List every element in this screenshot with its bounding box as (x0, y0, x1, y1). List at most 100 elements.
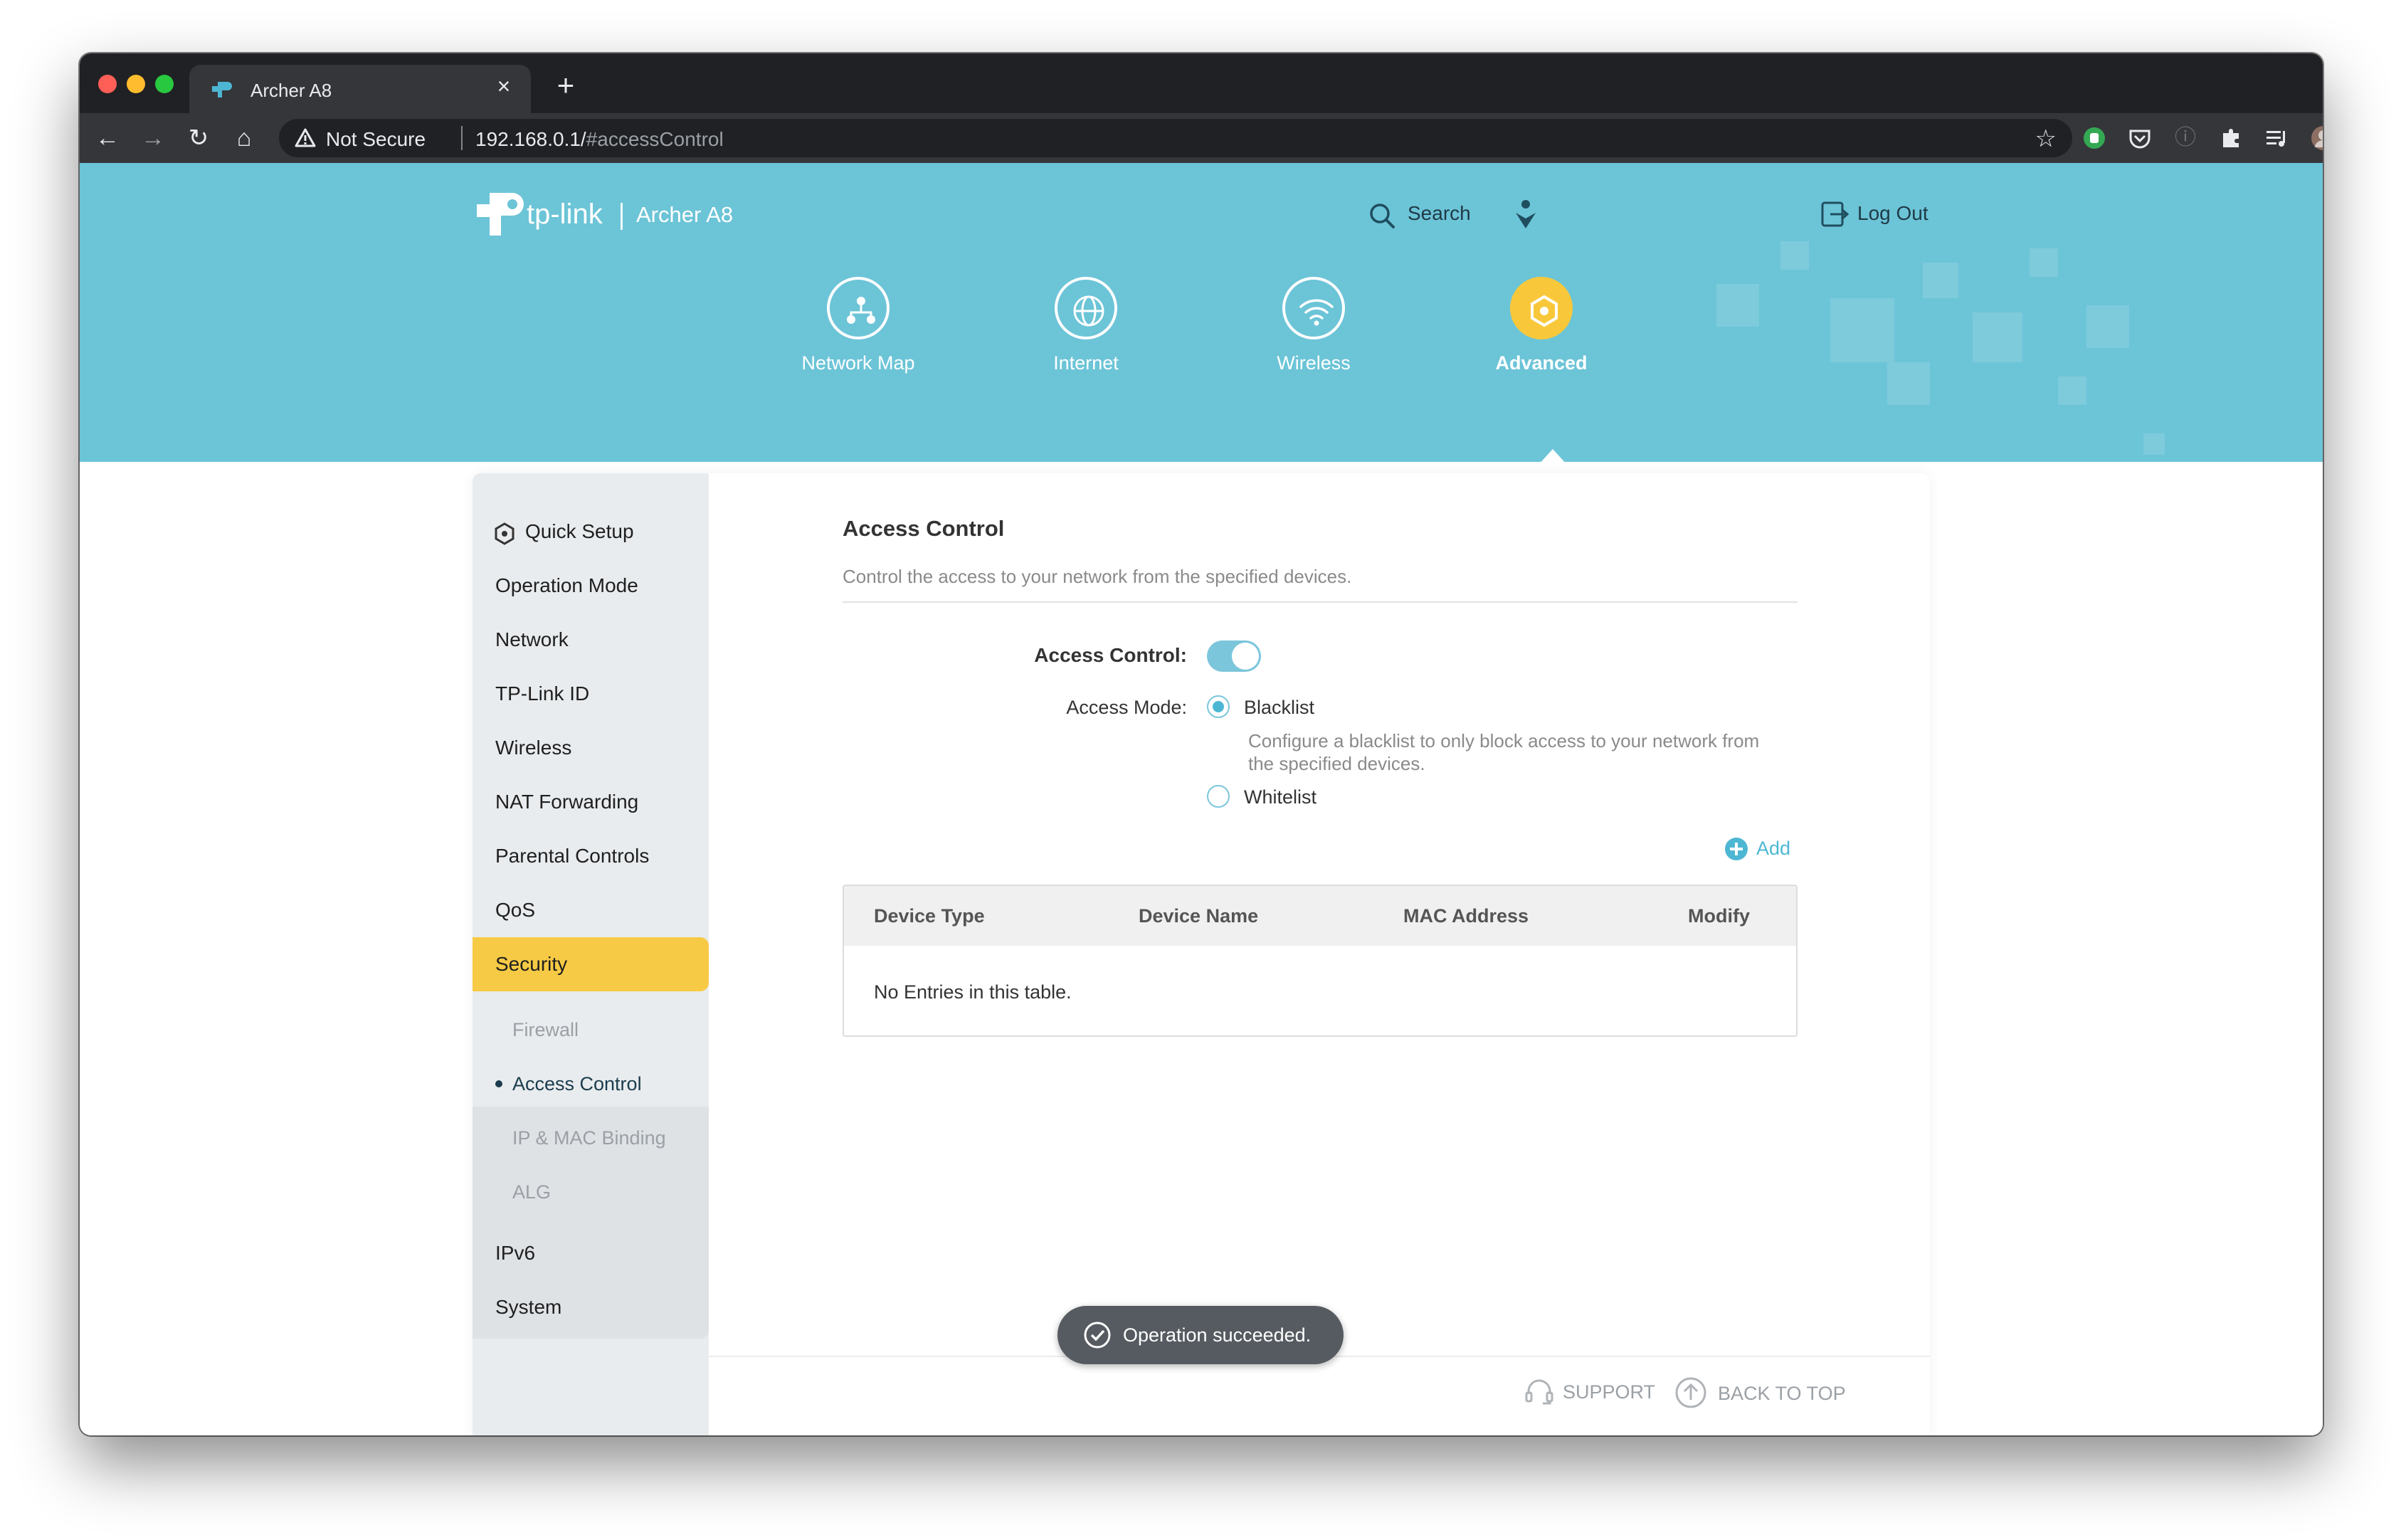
close-window-button[interactable] (98, 75, 117, 93)
success-toast: Operation succeeded. (1057, 1306, 1344, 1364)
sidebar-item-ipv6[interactable]: IPv6 (473, 1226, 709, 1280)
page-title: Access Control (843, 516, 1005, 541)
url-path: #accessControl (586, 128, 724, 150)
sidebar-item-label: Quick Setup (525, 520, 634, 542)
nav-label: Wireless (1277, 352, 1351, 374)
nav-internet[interactable]: Internet (993, 277, 1178, 376)
search-icon[interactable] (1368, 201, 1396, 230)
column-header: Device Name (1139, 905, 1259, 927)
toast-message: Operation succeeded. (1123, 1324, 1312, 1346)
add-icon[interactable] (1724, 836, 1749, 862)
decor-pixel (1973, 312, 2022, 362)
warning-icon (295, 128, 316, 147)
browser-window: Archer A8 × + ← → ↻ ⌂ Not Secure 192.168… (80, 53, 2323, 1435)
sidebar-sub-ip-mac-binding[interactable]: IP & MAC Binding (473, 1111, 709, 1165)
sidebar-sub-access-control[interactable]: Access Control (473, 1057, 709, 1111)
header-banner: tp-link Archer A8 Search Log Out Network… (80, 163, 2323, 465)
search-button[interactable]: Search (1408, 202, 1471, 225)
decor-pixel (2030, 248, 2058, 277)
decor-pixel (1923, 263, 1958, 298)
brand-name: tp-link (527, 199, 603, 230)
minimize-window-button[interactable] (127, 75, 145, 93)
media-queue-icon[interactable] (2263, 125, 2290, 152)
back-to-top-link[interactable]: BACK TO TOP (1718, 1383, 1846, 1405)
sidebar-item-network[interactable]: Network (473, 613, 709, 667)
new-tab-button[interactable]: + (549, 69, 582, 102)
whitelist-label[interactable]: Whitelist (1244, 786, 1316, 808)
headset-icon[interactable] (1523, 1376, 1556, 1408)
logout-button[interactable]: Log Out (1857, 202, 1928, 225)
add-button[interactable]: Add (1756, 838, 1790, 860)
nav-label: Internet (1053, 352, 1119, 374)
logout-icon[interactable] (1820, 200, 1849, 228)
maximize-window-button[interactable] (155, 75, 174, 93)
page-description: Control the access to your network from … (843, 566, 1352, 587)
brand-divider (621, 203, 623, 230)
pocket-icon[interactable] (2126, 125, 2153, 152)
browser-toolbar: ← → ↻ ⌂ Not Secure 192.168.0.1/#accessCo… (80, 113, 2323, 163)
decor-pixel (1780, 241, 1809, 270)
decor-pixel (2058, 376, 2086, 405)
reload-icon[interactable]: ↻ (182, 122, 215, 154)
download-app-icon[interactable] (1511, 199, 1540, 231)
extension-green-icon[interactable] (2081, 125, 2108, 152)
active-dot (495, 1080, 502, 1087)
empty-table-message: No Entries in this table. (874, 981, 1072, 1003)
column-header: MAC Address (1403, 905, 1529, 927)
decor-pixel (2086, 305, 2129, 348)
sidebar-item-wireless[interactable]: Wireless (473, 721, 709, 775)
network-map-icon (827, 277, 890, 339)
sidebar-item-operation-mode[interactable]: Operation Mode (473, 559, 709, 613)
profile-avatar[interactable] (2310, 125, 2323, 152)
sidebar-item-qos[interactable]: QoS (473, 883, 709, 937)
browser-tab[interactable]: Archer A8 × (189, 65, 531, 113)
blacklist-radio[interactable] (1207, 695, 1230, 718)
sidebar-item-quick-setup[interactable]: Quick Setup (473, 505, 709, 559)
sidebar-sub-label: Access Control (512, 1073, 642, 1095)
nav-wireless[interactable]: Wireless (1221, 277, 1406, 376)
nav-network-map[interactable]: Network Map (766, 277, 951, 376)
tp-link-logo-icon (477, 193, 524, 236)
nav-advanced[interactable]: Advanced (1449, 277, 1634, 376)
device-table: Device Type Device Name MAC Address Modi… (843, 885, 1798, 1037)
sidebar-item-security[interactable]: Security (473, 937, 709, 991)
decor-pixel (1830, 298, 1894, 362)
main-content: Access Control Control the access to you… (709, 473, 1930, 1435)
sidebar-item-parental-controls[interactable]: Parental Controls (473, 829, 709, 883)
model-name: Archer A8 (636, 202, 734, 227)
address-divider (461, 126, 463, 150)
access-control-toggle[interactable] (1207, 640, 1261, 672)
whitelist-radio[interactable] (1207, 785, 1230, 808)
forward-icon[interactable]: → (137, 122, 169, 154)
page-footer: SUPPORT BACK TO TOP (709, 1356, 1930, 1435)
decor-pixel (1716, 284, 1759, 327)
arrow-up-circle-icon[interactable] (1674, 1376, 1708, 1410)
quick-setup-gear-icon (495, 522, 514, 545)
nav-label: Network Map (801, 352, 915, 374)
url-text[interactable]: 192.168.0.1/#accessControl (475, 128, 724, 151)
globe-icon (1055, 277, 1117, 339)
tp-link-favicon-icon (212, 82, 232, 97)
sidebar-sub-firewall[interactable]: Firewall (473, 1003, 709, 1057)
security-status[interactable]: Not Secure (326, 128, 426, 151)
router-page: tp-link Archer A8 Search Log Out Network… (80, 163, 2323, 1435)
sidebar-item-tp-link-id[interactable]: TP-Link ID (473, 667, 709, 721)
settings-panel: Quick Setup Operation Mode Network TP-Li… (473, 473, 1930, 1435)
sidebar: Quick Setup Operation Mode Network TP-Li… (473, 473, 709, 1435)
extensions-puzzle-icon[interactable] (2217, 125, 2244, 152)
support-link[interactable]: SUPPORT (1563, 1381, 1655, 1403)
sidebar-sub-alg[interactable]: ALG (473, 1165, 709, 1219)
address-bar[interactable]: Not Secure 192.168.0.1/#accessControl ☆ (279, 119, 2072, 157)
blacklist-help-text: Configure a blacklist to only block acce… (1248, 730, 1760, 774)
sidebar-item-system[interactable]: System (473, 1280, 709, 1334)
sidebar-item-nat-forwarding[interactable]: NAT Forwarding (473, 775, 709, 829)
home-icon[interactable]: ⌂ (228, 122, 260, 154)
bookmark-star-icon[interactable]: ☆ (2035, 125, 2057, 153)
tab-close-icon[interactable]: × (491, 73, 517, 99)
info-extension-icon[interactable]: ⓘ (2172, 125, 2199, 152)
back-icon[interactable]: ← (91, 122, 124, 154)
decor-pixel (2143, 433, 2165, 455)
tab-strip: Archer A8 × + (80, 53, 2323, 113)
title-divider (843, 601, 1798, 603)
blacklist-label[interactable]: Blacklist (1244, 697, 1314, 719)
